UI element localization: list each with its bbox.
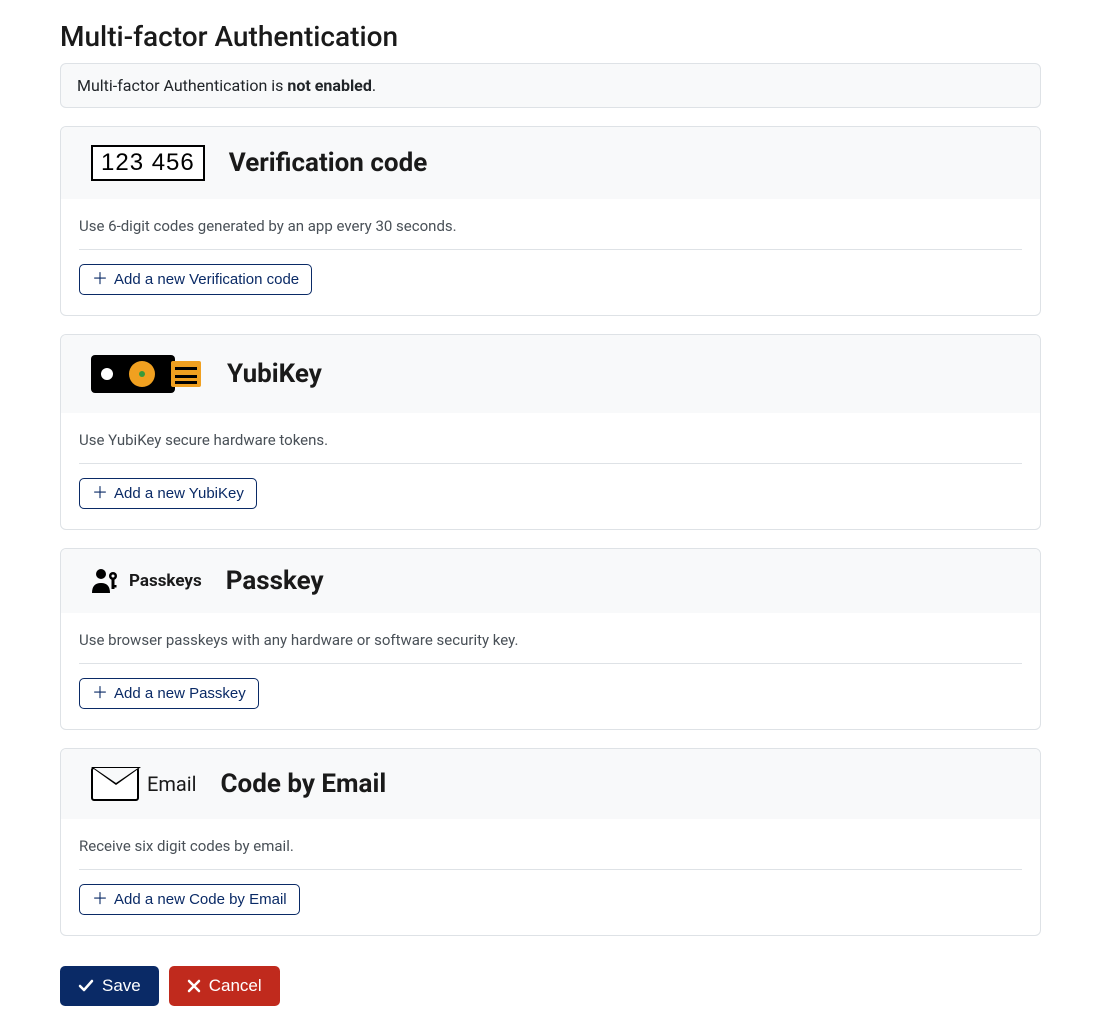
add-verification-code-label: Add a new Verification code [114, 271, 299, 288]
mfa-status-suffix: . [372, 76, 376, 95]
verification-code-title: Verification code [229, 148, 427, 178]
verification-code-card: 123 456 Verification code Use 6-digit co… [60, 126, 1041, 316]
add-yubikey-button[interactable]: ＋ Add a new YubiKey [79, 478, 257, 509]
yubikey-card: YubiKey Use YubiKey secure hardware toke… [60, 334, 1041, 530]
yubikey-title: YubiKey [227, 359, 322, 389]
mfa-status-prefix: Multi-factor Authentication is [77, 76, 287, 95]
cancel-button[interactable]: Cancel [169, 966, 280, 1006]
verification-code-header: 123 456 Verification code [61, 127, 1040, 199]
yubikey-desc: Use YubiKey secure hardware tokens. [79, 431, 1022, 464]
passkey-icon [91, 567, 121, 595]
add-email-code-label: Add a new Code by Email [114, 891, 287, 908]
verification-code-desc: Use 6-digit codes generated by an app ev… [79, 217, 1022, 250]
code-digits-icon: 123 456 [91, 145, 205, 181]
passkey-title: Passkey [226, 566, 324, 596]
yubikey-header: YubiKey [61, 335, 1040, 413]
email-header: Email Code by Email [61, 749, 1040, 819]
email-title: Code by Email [221, 769, 387, 799]
save-button-label: Save [102, 976, 141, 996]
yubikey-icon [61, 335, 203, 413]
email-icon-wrap: Email [61, 749, 197, 819]
verification-code-icon: 123 456 [61, 127, 205, 199]
add-passkey-button[interactable]: ＋ Add a new Passkey [79, 678, 259, 709]
email-icon-label: Email [147, 772, 197, 796]
plus-icon: ＋ [92, 892, 108, 908]
close-icon [187, 979, 201, 993]
passkey-icon-label: Passkeys [129, 571, 202, 591]
mfa-status-box: Multi-factor Authentication is not enabl… [60, 63, 1041, 108]
footer-buttons: Save Cancel [60, 966, 1041, 1006]
mfa-status-strong: not enabled [287, 76, 371, 95]
add-email-code-button[interactable]: ＋ Add a new Code by Email [79, 884, 300, 915]
plus-icon: ＋ [92, 686, 108, 702]
envelope-icon [91, 767, 139, 801]
plus-icon: ＋ [92, 486, 108, 502]
passkey-desc: Use browser passkeys with any hardware o… [79, 631, 1022, 664]
add-passkey-label: Add a new Passkey [114, 685, 246, 702]
add-verification-code-button[interactable]: ＋ Add a new Verification code [79, 264, 312, 295]
passkey-icon-wrap: Passkeys [61, 549, 202, 613]
plus-icon: ＋ [92, 272, 108, 288]
cancel-button-label: Cancel [209, 976, 262, 996]
passkey-card: Passkeys Passkey Use browser passkeys wi… [60, 548, 1041, 730]
save-button[interactable]: Save [60, 966, 159, 1006]
add-yubikey-label: Add a new YubiKey [114, 485, 244, 502]
email-card: Email Code by Email Receive six digit co… [60, 748, 1041, 936]
page-title: Multi-factor Authentication [60, 20, 1041, 53]
check-icon [78, 978, 94, 994]
email-desc: Receive six digit codes by email. [79, 837, 1022, 870]
passkey-header: Passkeys Passkey [61, 549, 1040, 613]
